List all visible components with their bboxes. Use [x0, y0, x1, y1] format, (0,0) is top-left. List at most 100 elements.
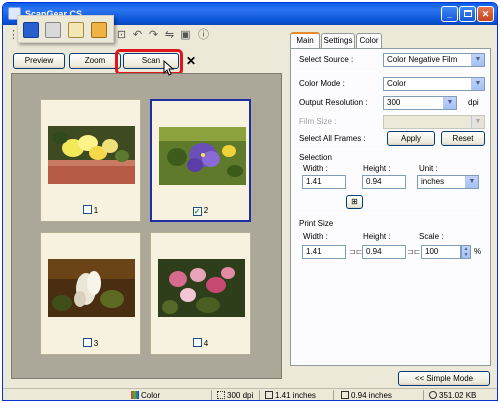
output-resolution-value: 300: [387, 98, 401, 107]
file-toolbar-popup: [17, 15, 114, 43]
frame-checkbox-row[interactable]: 3: [41, 338, 140, 348]
scale-label: Scale :: [419, 232, 444, 241]
spin-down-icon[interactable]: ▼: [462, 252, 470, 258]
status-divider: [333, 390, 334, 400]
status-divider: [423, 390, 424, 400]
link-icon: ⊐⊏: [407, 247, 421, 256]
mouse-cursor-icon: [163, 60, 175, 76]
frame-checkbox[interactable]: [82, 338, 92, 347]
lock-icon: ⊞: [351, 197, 358, 206]
preview-area: 1 ✓ 2 3 4: [11, 73, 282, 379]
frame-checkbox-row[interactable]: ✓ 2: [152, 206, 249, 216]
status-dpi-text: 300 dpi: [227, 391, 254, 400]
preview-button[interactable]: Preview: [13, 53, 65, 69]
unit-dropdown[interactable]: inches ▼: [417, 175, 479, 189]
close-button[interactable]: ✕: [477, 6, 494, 22]
chevron-down-icon: ▼: [471, 116, 484, 128]
unit-label: Unit :: [419, 164, 438, 173]
zoom-button[interactable]: Zoom: [69, 53, 121, 69]
film-frame-1[interactable]: 1: [40, 99, 141, 222]
mirror-icon[interactable]: ⇋: [163, 29, 176, 42]
divider: [295, 213, 485, 214]
frame-checkbox-row[interactable]: 4: [151, 338, 250, 348]
output-resolution-label: Output Resolution :: [299, 98, 368, 107]
color-mode-dropdown[interactable]: Color ▼: [383, 77, 485, 91]
selection-height-field[interactable]: 0.94: [362, 175, 406, 189]
reset-button[interactable]: Reset: [441, 131, 485, 146]
select-source-dropdown[interactable]: Color Negative Film ▼: [383, 53, 485, 67]
chevron-down-icon: ▼: [465, 176, 478, 188]
tab-main[interactable]: Main: [290, 32, 320, 48]
unit-value: inches: [421, 177, 445, 186]
chevron-down-icon: ▼: [443, 97, 456, 109]
frame-number: 4: [203, 339, 209, 348]
selection-heading: Selection: [299, 153, 332, 162]
film-size-label: Film Size :: [299, 117, 337, 126]
width-icon: [265, 391, 273, 399]
frame-thumbnail: [159, 127, 246, 185]
print-height-field[interactable]: 0.94: [362, 245, 406, 259]
film-frame-4[interactable]: 4: [150, 232, 251, 355]
tab-settings[interactable]: Settings: [321, 33, 355, 48]
resolution-icon: [217, 391, 225, 399]
status-width-text: 1.41 inches: [275, 391, 316, 400]
divider: [295, 71, 485, 72]
film-frame-3[interactable]: 3: [40, 232, 141, 355]
select-source-value: Color Negative Film: [387, 55, 458, 64]
scale-field[interactable]: 100: [421, 245, 461, 259]
simple-mode-button[interactable]: << Simple Mode: [398, 371, 490, 386]
status-divider: [211, 390, 212, 400]
frame-thumbnail: [48, 126, 135, 184]
film-frame-2[interactable]: ✓ 2: [150, 99, 251, 222]
chevron-down-icon: ▼: [471, 78, 484, 90]
apply-button[interactable]: Apply: [387, 131, 435, 146]
status-height: 0.94 inches: [341, 391, 392, 400]
clear-icon[interactable]: ✕: [184, 54, 198, 68]
selection-height-label: Height :: [363, 164, 391, 173]
color-mode-icon: [131, 391, 139, 399]
status-width: 1.41 inches: [265, 391, 316, 400]
rotate-right-icon[interactable]: ↷: [147, 29, 160, 42]
print-height-label: Height :: [363, 232, 391, 241]
print-size-heading: Print Size: [299, 219, 334, 228]
save-icon[interactable]: [23, 22, 39, 38]
tab-color[interactable]: Color: [356, 33, 382, 48]
status-size-text: 351.02 KB: [439, 391, 477, 400]
selection-width-field[interactable]: 1.41: [302, 175, 346, 189]
info-icon[interactable]: ⓘ: [197, 29, 210, 42]
frame-checkbox[interactable]: [82, 205, 92, 214]
selection-width-label: Width :: [303, 164, 328, 173]
aspect-lock-button[interactable]: ⊞: [346, 195, 363, 209]
status-divider: [259, 390, 260, 400]
status-color-text: Color: [141, 391, 161, 400]
status-color: Color: [131, 391, 160, 400]
mail-icon[interactable]: [68, 22, 84, 38]
maximize-button[interactable]: [459, 6, 476, 22]
status-bar: Color 300 dpi 1.41 inches 0.94 inches 35…: [3, 388, 497, 400]
print-icon[interactable]: [45, 22, 61, 38]
scale-spinner[interactable]: ▲ ▼: [461, 245, 471, 259]
preview-controls: Preview Zoom Scan ✕: [3, 49, 289, 75]
output-resolution-unit: dpi: [468, 98, 479, 107]
chevron-down-icon: ▼: [471, 54, 484, 66]
divider: [295, 149, 485, 150]
frame-number: 1: [93, 206, 99, 215]
crop-icon[interactable]: ⊡: [115, 29, 128, 42]
scale-unit: %: [474, 247, 482, 256]
frame-number: 3: [93, 339, 99, 348]
frame-thumbnail: [48, 259, 135, 317]
auto-crop-icon[interactable]: ▣: [179, 29, 192, 42]
select-source-label: Select Source :: [299, 55, 354, 64]
frame-checkbox-row[interactable]: 1: [41, 205, 140, 215]
minimize-button[interactable]: _: [441, 6, 458, 22]
height-icon: [341, 391, 349, 399]
scangear-window: ScanGear CS _ ✕ ⋮ ⊡ ↶ ↷ ⇋ ▣ ⓘ Preview Zo…: [2, 2, 498, 401]
output-resolution-dropdown[interactable]: 300 ▼: [383, 96, 457, 110]
application-icon[interactable]: [91, 22, 107, 38]
frame-checkbox[interactable]: [192, 338, 202, 347]
frame-checkbox-checked[interactable]: ✓: [192, 207, 202, 216]
link-icon: ⊐⊏: [349, 247, 363, 256]
rotate-left-icon[interactable]: ↶: [131, 29, 144, 42]
print-width-field[interactable]: 1.41: [302, 245, 346, 259]
select-all-frames-label: Select All Frames :: [299, 134, 366, 143]
